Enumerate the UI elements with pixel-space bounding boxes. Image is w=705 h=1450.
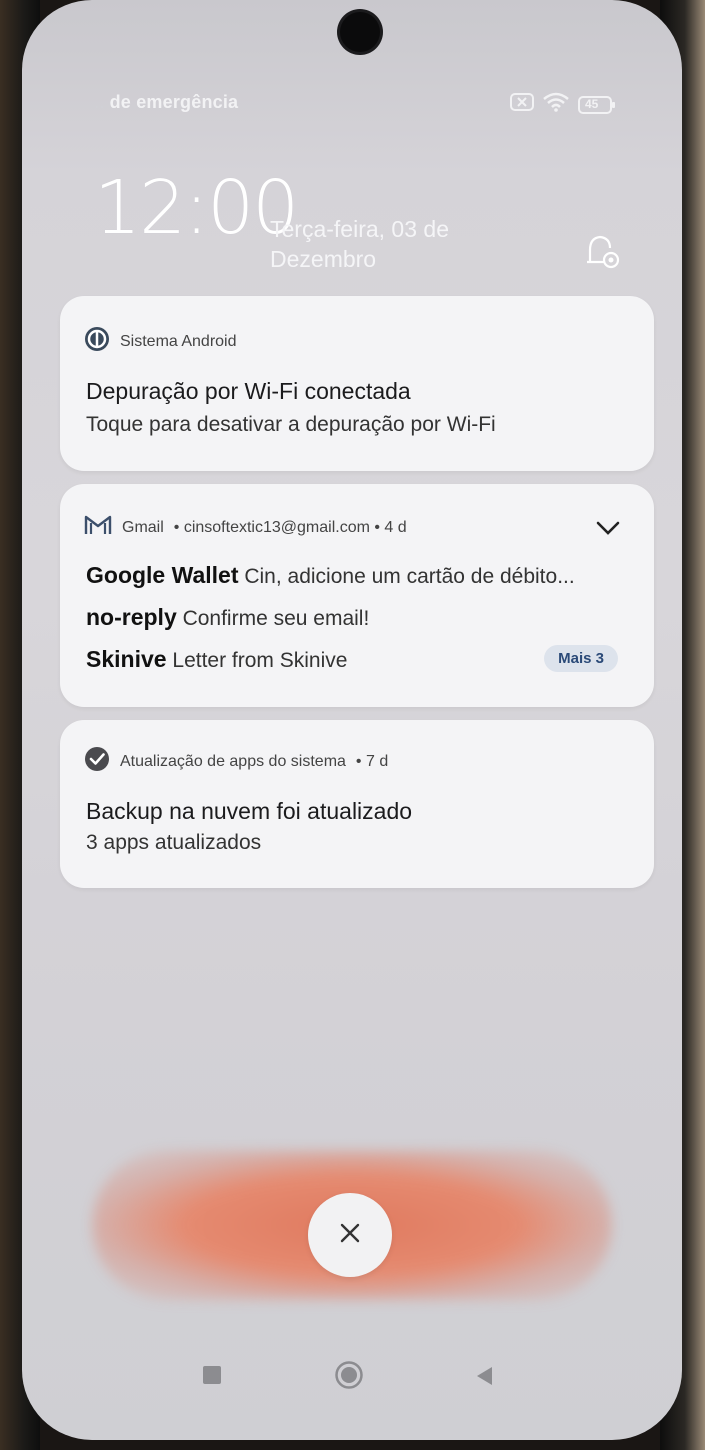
notification-app-name: Gmail — [122, 518, 164, 536]
notification-android-system[interactable]: Sistema Android Depuração por Wi-Fi cone… — [60, 296, 654, 471]
recents-button[interactable] — [202, 1365, 222, 1390]
carrier-text: de emergência — [109, 92, 239, 112]
notification-header: Gmail • cinsoftextic13@gmail.com • 4 d — [84, 514, 407, 541]
more-messages-badge[interactable]: Mais 3 — [544, 645, 618, 672]
message-sender: no-reply — [86, 604, 177, 630]
back-button[interactable] — [474, 1365, 494, 1392]
message-row[interactable]: no-reply Confirme seu email! — [86, 604, 369, 631]
lock-date: Terça-feira, 03 de Dezembro — [270, 216, 449, 272]
notification-header: Atualização de apps do sistema • 7 d — [84, 746, 388, 777]
front-camera — [340, 12, 380, 52]
message-text: Confirme seu email! — [182, 607, 370, 630]
battery-level: 45 — [585, 96, 599, 111]
close-icon — [339, 1222, 361, 1249]
check-circle-icon — [84, 746, 110, 777]
battery-icon: 45 — [578, 95, 616, 114]
message-text: Cin, adicione um cartão de débito... — [244, 565, 575, 588]
notification-settings-icon[interactable] — [582, 232, 622, 272]
notification-meta: • cinsoftextic13@gmail.com • 4 d — [173, 518, 407, 536]
carrier-prefix: .. — [94, 92, 105, 112]
status-icons: 45 — [510, 92, 616, 117]
lock-clock: 12:00 — [94, 165, 299, 251]
wifi-icon — [542, 92, 570, 117]
notification-app-name: Sistema Android — [120, 332, 237, 350]
notification-title: Backup na nuvem foi atualizado — [86, 798, 413, 824]
navigation-bar — [22, 1350, 682, 1400]
clear-notifications-button[interactable] — [308, 1193, 392, 1277]
notification-header: Sistema Android — [84, 326, 237, 357]
message-row[interactable]: Google Wallet Cin, adicione um cartão de… — [86, 562, 575, 589]
notification-system-app-updates[interactable]: Atualização de apps do sistema • 7 d Bac… — [60, 720, 654, 888]
message-sender: Skinive — [86, 646, 167, 672]
sim-off-icon — [510, 93, 534, 116]
message-row[interactable]: Skinive Letter from Skinive — [86, 646, 347, 673]
gmail-icon — [84, 514, 112, 541]
notification-title: Depuração por Wi-Fi conectada — [86, 378, 411, 404]
lock-screen: .. de emergência 45 12:00 Terça-feira, 0… — [22, 0, 682, 1440]
notification-app-name: Atualização de apps do sistema — [120, 752, 346, 770]
android-system-icon — [84, 326, 110, 357]
message-sender: Google Wallet — [86, 562, 239, 588]
notification-body: 3 apps atualizados — [86, 831, 262, 854]
home-button[interactable] — [334, 1360, 364, 1395]
message-text: Letter from Skinive — [172, 649, 348, 672]
notification-gmail[interactable]: Gmail • cinsoftextic13@gmail.com • 4 d G… — [60, 484, 654, 707]
notification-meta: • 7 d — [355, 752, 389, 770]
notification-body: Toque para desativar a depuração por Wi-… — [86, 413, 496, 436]
status-carrier: .. de emergência — [94, 92, 238, 113]
chevron-down-icon[interactable] — [594, 514, 622, 542]
